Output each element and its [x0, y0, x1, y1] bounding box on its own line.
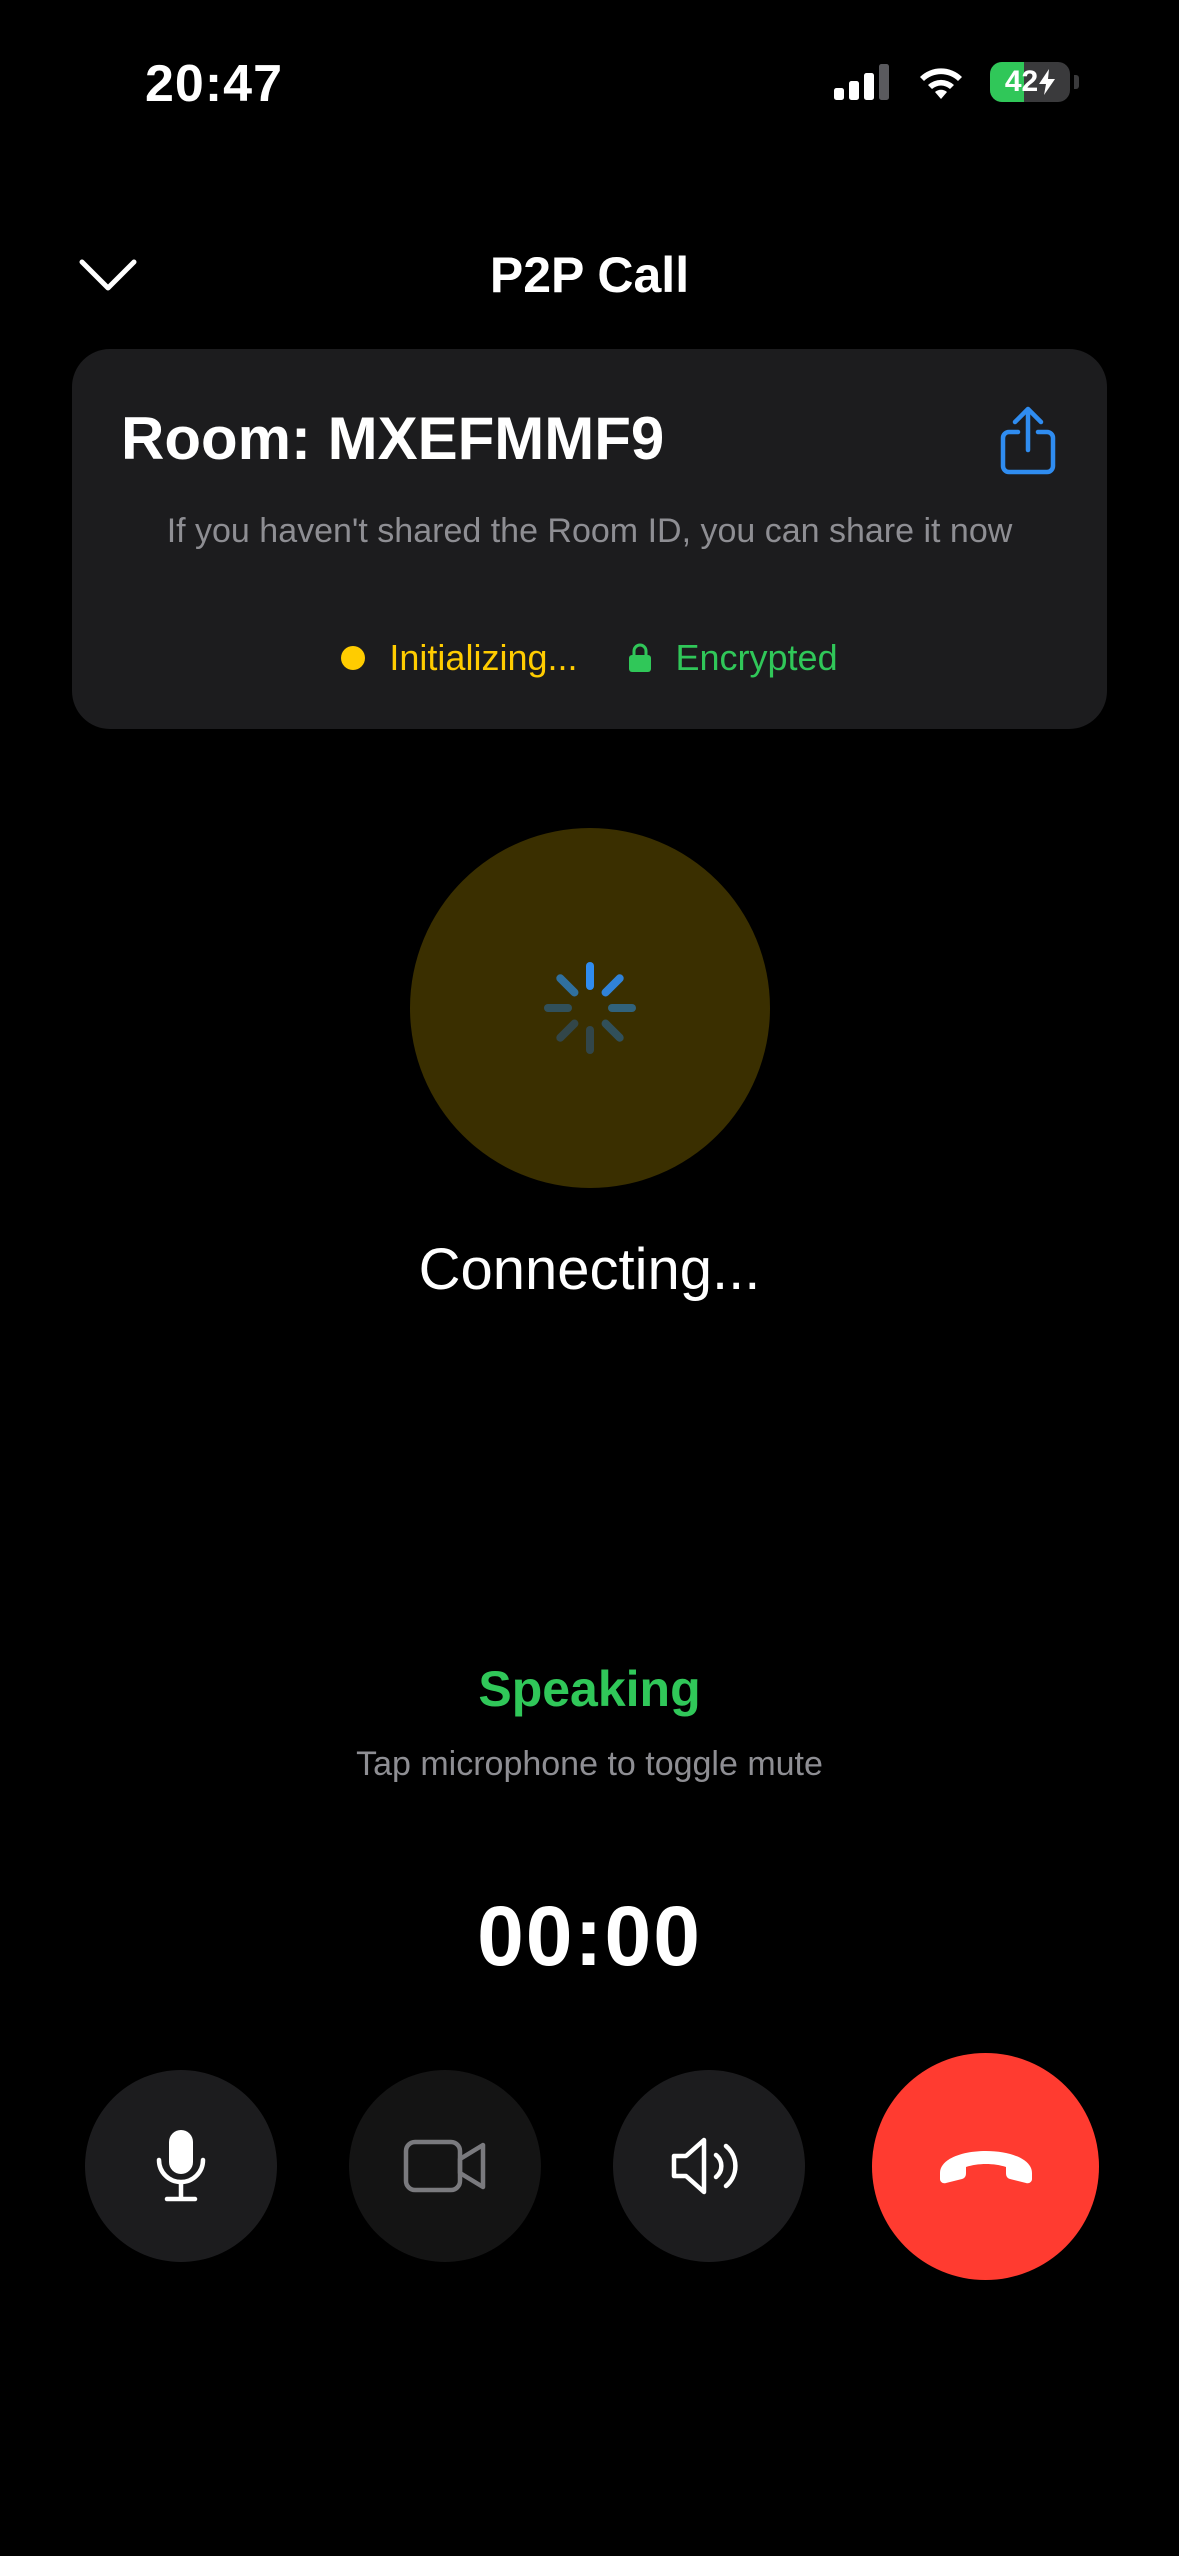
share-hint: If you haven't shared the Room ID, you c… — [166, 512, 1013, 550]
wifi-icon — [920, 68, 962, 99]
share-button[interactable] — [993, 401, 1063, 481]
video-camera-icon — [403, 2139, 486, 2193]
connection-status: Initializing... — [341, 637, 578, 679]
end-call-button[interactable] — [872, 2053, 1099, 2280]
loading-spinner-icon — [544, 962, 636, 1054]
microphone-button[interactable] — [85, 2070, 277, 2262]
encryption-status: Encrypted — [628, 637, 838, 679]
status-time: 20:47 — [145, 55, 283, 113]
encryption-label: Encrypted — [675, 637, 838, 678]
lock-icon — [628, 643, 651, 672]
share-icon — [1000, 406, 1056, 475]
speaker-button[interactable] — [613, 2070, 805, 2262]
speaking-label: Speaking — [478, 1661, 701, 1717]
battery-charging-icon: 42 — [990, 62, 1070, 102]
status-icons: 42 — [834, 62, 1079, 102]
phone-hangup-icon — [939, 2150, 1032, 2183]
call-timer: 00:00 — [477, 1889, 702, 1983]
battery-level: 42 — [1004, 65, 1039, 98]
speaker-icon — [671, 2137, 738, 2195]
microphone-icon — [156, 2130, 206, 2202]
connection-status-row: Initializing... Encrypted — [72, 637, 1107, 679]
room-id-title: Room: MXEFMMF9 — [121, 405, 665, 472]
status-bar: 20:47 42 — [0, 0, 1179, 170]
battery-cap — [1074, 75, 1079, 89]
video-button[interactable] — [349, 2070, 541, 2262]
charging-bolt-icon — [1039, 69, 1056, 95]
status-dot-icon — [341, 646, 366, 670]
cellular-signal-icon — [834, 64, 889, 100]
room-card: Room: MXEFMMF9 If you haven't shared the… — [72, 349, 1107, 729]
connecting-label: Connecting... — [418, 1237, 761, 1302]
connecting-avatar — [410, 828, 770, 1188]
nav-header: P2P Call — [0, 220, 1179, 330]
connection-status-label: Initializing... — [389, 637, 578, 678]
page-title: P2P Call — [489, 247, 690, 303]
mute-hint: Tap microphone to toggle mute — [356, 1745, 823, 1783]
